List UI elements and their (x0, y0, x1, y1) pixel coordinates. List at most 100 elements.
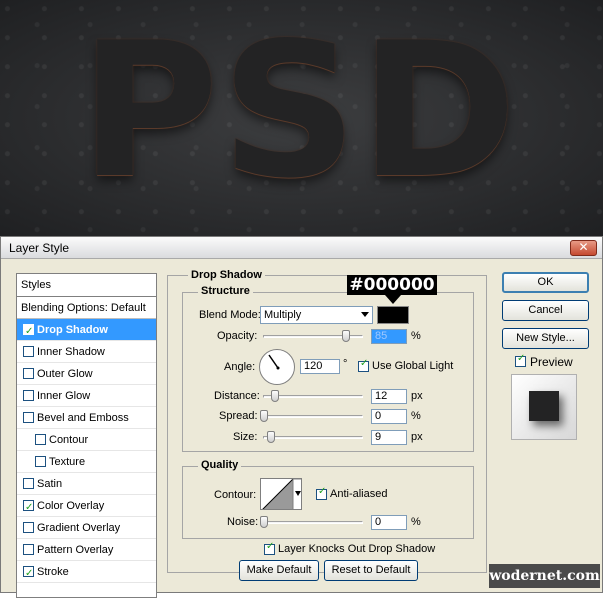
style-item-label: Stroke (37, 566, 69, 578)
layer-style-dialog: Layer Style ✕ Styles Blending Options: D… (0, 236, 603, 598)
distance-slider-thumb[interactable] (271, 390, 279, 402)
style-item-inner-glow[interactable]: Inner Glow (17, 385, 156, 407)
style-item-label: Outer Glow (37, 368, 93, 380)
style-checkbox[interactable] (23, 497, 34, 519)
styles-list: Styles Blending Options: Default Drop Sh… (16, 273, 157, 598)
style-checkbox[interactable] (23, 412, 34, 423)
contour-picker[interactable] (260, 478, 302, 510)
use-global-light-label[interactable]: Use Global Light (372, 360, 453, 372)
dialog-titlebar: Layer Style ✕ (1, 237, 602, 259)
noise-slider-track[interactable] (263, 521, 363, 524)
style-item-stroke[interactable]: Stroke (17, 561, 156, 585)
close-icon: ✕ (578, 240, 589, 254)
angle-dial[interactable] (259, 349, 295, 385)
dialog-title: Layer Style (9, 241, 70, 255)
spread-input[interactable]: 0 (371, 409, 407, 424)
knocks-out-checkbox[interactable] (264, 541, 275, 555)
distance-label: Distance: (214, 390, 260, 402)
spread-slider-track[interactable] (263, 415, 363, 418)
style-checkbox[interactable] (23, 563, 34, 585)
spread-slider-thumb[interactable] (260, 410, 268, 422)
preview-checkbox[interactable] (515, 353, 526, 367)
opacity-unit: % (411, 330, 421, 342)
color-hex-callout: #000000 (347, 275, 437, 295)
contour-linear-icon (262, 479, 301, 509)
angle-label: Angle: (224, 361, 256, 373)
style-item-label: Inner Glow (37, 390, 91, 402)
blend-mode-label: Blend Mode: (199, 309, 261, 321)
style-checkbox[interactable] (23, 346, 34, 357)
angle-indicator-icon (268, 354, 280, 370)
structure-title: Structure (198, 285, 253, 297)
blending-options-item[interactable]: Blending Options: Default (17, 297, 156, 319)
style-checkbox[interactable] (35, 434, 46, 445)
quality-title: Quality (198, 459, 242, 471)
psd-text: PSD (79, 2, 519, 219)
style-item-label: Inner Shadow (37, 346, 105, 358)
contour-label: Contour: (214, 489, 257, 501)
callout-arrow-icon (385, 295, 401, 304)
new-style-button[interactable]: New Style... (502, 328, 589, 349)
blend-mode-value: Multiply (264, 309, 302, 321)
noise-unit: % (411, 516, 421, 528)
reset-default-button[interactable]: Reset to Default (324, 560, 418, 581)
style-checkbox[interactable] (23, 390, 34, 401)
spread-label: Spread: (219, 410, 258, 422)
opacity-slider-thumb[interactable] (342, 330, 350, 342)
style-item-texture[interactable]: Texture (17, 451, 156, 473)
make-default-button[interactable]: Make Default (239, 560, 319, 581)
style-checkbox[interactable] (23, 321, 34, 343)
knocks-out-label[interactable]: Layer Knocks Out Drop Shadow (278, 543, 435, 555)
style-checkbox[interactable] (35, 456, 46, 467)
style-item-outer-glow[interactable]: Outer Glow (17, 363, 156, 385)
style-item-drop-shadow[interactable]: Drop Shadow (17, 319, 156, 343)
style-checkbox[interactable] (23, 478, 34, 489)
distance-unit: px (411, 390, 423, 402)
shadow-color-swatch[interactable] (377, 306, 409, 324)
anti-aliased-checkbox[interactable] (316, 486, 327, 500)
style-checkbox[interactable] (23, 544, 34, 555)
watermark: wodernet.com (489, 564, 600, 588)
style-preview (511, 374, 577, 440)
opacity-label: Opacity: (217, 330, 258, 342)
quality-group (182, 466, 474, 539)
size-input[interactable]: 9 (371, 430, 407, 445)
style-item-label: Drop Shadow (37, 324, 108, 336)
anti-aliased-label[interactable]: Anti-aliased (330, 488, 387, 500)
distance-input[interactable]: 12 (371, 389, 407, 404)
style-checkbox[interactable] (23, 368, 34, 379)
ok-button[interactable]: OK (502, 272, 589, 293)
preview-label[interactable]: Preview (530, 355, 573, 369)
style-item-label: Bevel and Emboss (37, 412, 129, 424)
style-checkbox[interactable] (23, 522, 34, 533)
style-item-label: Color Overlay (37, 500, 105, 512)
style-item-bevel-and-emboss[interactable]: Bevel and Emboss (17, 407, 156, 429)
style-item-label: Satin (37, 478, 63, 490)
opacity-input[interactable]: 85 (371, 329, 407, 344)
style-item-color-overlay[interactable]: Color Overlay (17, 495, 156, 519)
style-item-label: Contour (49, 434, 89, 446)
use-global-light-checkbox[interactable] (358, 358, 369, 372)
preview-square (529, 391, 559, 421)
style-item-pattern-overlay[interactable]: Pattern Overlay (17, 539, 156, 561)
close-button[interactable]: ✕ (570, 240, 597, 256)
noise-slider-thumb[interactable] (260, 516, 268, 528)
chevron-down-icon (361, 312, 369, 317)
style-item-label: Gradient Overlay (37, 522, 121, 534)
style-item-gradient-overlay[interactable]: Gradient Overlay (17, 517, 156, 539)
style-item-satin[interactable]: Satin (17, 473, 156, 495)
size-label: Size: (233, 431, 258, 443)
blend-mode-select[interactable]: Multiply (260, 306, 373, 324)
styles-header[interactable]: Styles (17, 274, 156, 297)
size-slider-track[interactable] (263, 436, 363, 439)
size-slider-thumb[interactable] (267, 431, 275, 443)
style-item-label: Texture (49, 456, 86, 468)
style-item-inner-shadow[interactable]: Inner Shadow (17, 341, 156, 363)
style-item-contour[interactable]: Contour (17, 429, 156, 451)
drop-shadow-title: Drop Shadow (188, 269, 265, 281)
style-item-label: Pattern Overlay (37, 544, 114, 556)
cancel-button[interactable]: Cancel (502, 300, 589, 321)
angle-unit: ° (343, 358, 348, 370)
noise-input[interactable]: 0 (371, 515, 407, 530)
angle-input[interactable]: 120 (300, 359, 340, 374)
